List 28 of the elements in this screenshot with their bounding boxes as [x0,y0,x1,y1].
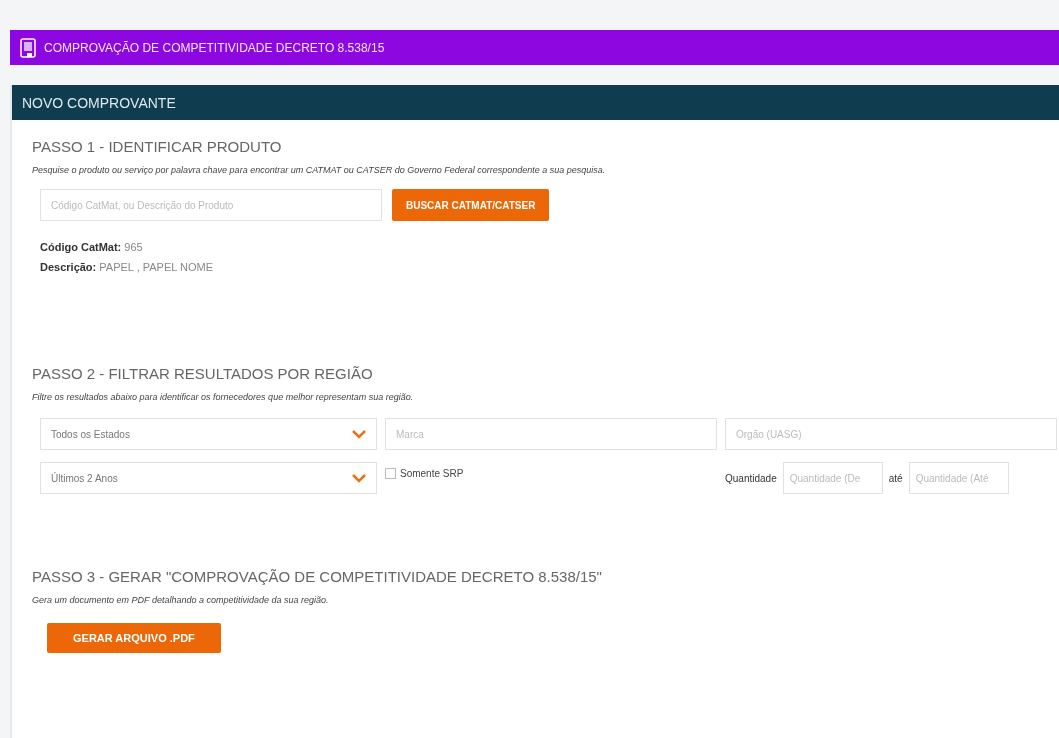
search-field[interactable]: Código CatMat, ou Descrição do Produto [40,189,382,221]
step-description: Gera um documento em PDF detalhando a competitividade da sua região. [32,595,330,605]
chevron-down-icon [352,473,366,483]
tablet-icon [20,37,36,58]
search-button[interactable]: BUSCAR CATMAT/CATSER [392,189,550,221]
checkbox-label: Somente SRP [400,468,464,479]
panel-title: NOVO COMPROVANTE [12,85,1059,120]
state-select[interactable]: Todos os Estados [40,418,377,450]
period-select[interactable]: Últimos 2 Anos [40,462,377,494]
page-title: COMPROVAÇÃO DE COMPETITIVIDADE DECRETO 8.538/15 [44,40,385,55]
detail-value: 965 [124,241,143,253]
quantity-from-field[interactable]: Quantidade (De [782,462,883,494]
step-description: Pesquise o produto ou serviço por palavra chave para encontrar um CATMAT ou CATSER do Governo Federal correspondente a sua pesquisa. [32,165,607,175]
detail-value: PAPEL , PAPEL NOME [99,261,214,273]
detail-label: Código CatMat: [40,241,122,253]
chevron-down-icon [352,429,366,439]
quantity-label: Quantidade [725,472,777,484]
step-heading: PASSO 2 - FILTRAR RESULTADOS POR REGIÃO [32,365,374,382]
step-heading: PASSO 1 - IDENTIFICAR PRODUTO [32,138,283,155]
step-description: Filtre os resultados abaixo para identificar os fornecedores que melhor representam sua região. [32,392,415,402]
agency-field[interactable]: Órgão (UASG) [725,418,1057,450]
step-heading: PASSO 3 - GERAR "COMPROVAÇÃO DE COMPETITIVIDADE DECRETO 8.538/15" [32,568,603,585]
range-separator: até [888,472,903,484]
brand-field[interactable]: Marca [385,418,717,450]
detail-label: Descrição: [40,261,97,273]
generate-pdf-button[interactable]: GERAR ARQUIVO .PDF [47,623,221,653]
checkbox[interactable] [385,468,396,479]
quantity-to-field[interactable]: Quantidade (Até [908,462,1009,494]
